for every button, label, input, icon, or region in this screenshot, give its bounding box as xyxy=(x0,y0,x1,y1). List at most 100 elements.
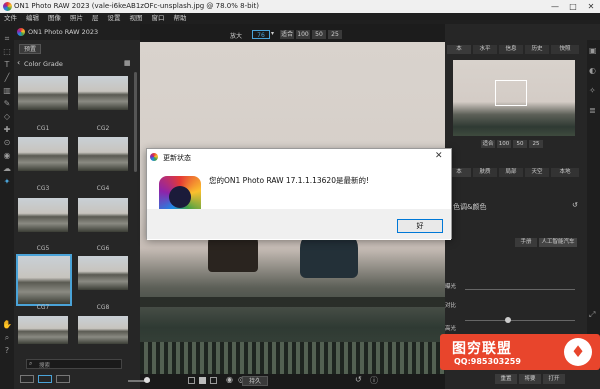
preset-thumb-cg2[interactable] xyxy=(78,76,128,110)
slider-exposure[interactable] xyxy=(465,289,575,290)
retouch-icon[interactable]: ✚ xyxy=(0,123,14,136)
preset-thumb-cg3[interactable] xyxy=(18,137,68,171)
minimize-button[interactable]: — xyxy=(546,0,564,13)
menu-image[interactable]: 图像 xyxy=(48,14,61,22)
maximize-button[interactable]: □ xyxy=(564,0,582,13)
ok-button[interactable]: 好 xyxy=(397,219,443,233)
sky-icon[interactable]: ☁ xyxy=(0,162,14,175)
grid-view-toggle-icon[interactable] xyxy=(38,375,52,383)
preset-thumb-cg4[interactable] xyxy=(78,137,128,171)
module-layers-icon[interactable]: ≣ xyxy=(589,106,596,115)
module-browse-icon[interactable]: ▣ xyxy=(589,46,597,55)
export-button[interactable]: 持久 xyxy=(242,376,268,386)
on1-logo-inner xyxy=(169,186,191,208)
navigator-thumbnail[interactable] xyxy=(453,60,575,136)
edit-tab-skin[interactable]: 肤质 xyxy=(473,168,497,177)
help-icon[interactable]: ? xyxy=(0,344,14,357)
mode-ai-button[interactable]: 人工智能汽车 xyxy=(539,238,577,247)
preset-label-cg8: CG8 xyxy=(96,304,110,311)
nav-25-button[interactable]: 25 xyxy=(529,140,543,148)
menu-settings[interactable]: 设置 xyxy=(108,14,121,22)
presets-tab[interactable]: 预置 xyxy=(19,44,41,54)
search-input[interactable]: 搜索 xyxy=(39,361,50,369)
info-icon[interactable]: ⓘ xyxy=(370,375,378,386)
zoom-dropdown-icon[interactable]: ▾ xyxy=(271,30,274,37)
compare-square-icon[interactable] xyxy=(188,377,195,384)
watermark-qq: QQ:985303259 xyxy=(454,357,521,366)
reset-section-icon[interactable]: ↺ xyxy=(572,201,578,209)
preset-thumb-cg10[interactable] xyxy=(78,316,128,344)
zoom-100-button[interactable]: 100 xyxy=(296,30,310,39)
preset-thumb-cg1[interactable] xyxy=(18,76,68,110)
tab-level[interactable]: 水平 xyxy=(473,45,497,54)
nav-100-button[interactable]: 100 xyxy=(497,140,511,148)
mask-brush-icon[interactable]: ✎ xyxy=(0,97,14,110)
grid-view-icon[interactable]: ▦ xyxy=(124,59,131,67)
menu-window[interactable]: 窗口 xyxy=(152,14,165,22)
crop-icon[interactable]: ⌗ xyxy=(0,32,14,45)
module-strip: ▣ ◐ ✧ ≣ ⤢ xyxy=(587,40,600,370)
preset-thumb-cg6[interactable] xyxy=(78,198,128,232)
preset-search-box[interactable]: ⌕ 搜索 xyxy=(26,359,122,369)
eye-icon[interactable]: ◉ xyxy=(226,375,233,384)
zoom-value-field[interactable]: 76 xyxy=(252,30,270,39)
before-after-icon[interactable] xyxy=(199,377,206,384)
gradient-icon[interactable]: ▥ xyxy=(0,84,14,97)
split-view-icon[interactable] xyxy=(56,375,70,383)
navigator-viewport[interactable] xyxy=(495,80,527,106)
module-effects-icon[interactable]: ✧ xyxy=(589,86,596,95)
preset-label-cg4: CG4 xyxy=(96,185,110,192)
rotate-icon[interactable]: ↺ xyxy=(355,375,362,384)
dialog-close-button[interactable]: ✕ xyxy=(435,151,443,161)
text-icon[interactable]: T xyxy=(0,58,14,71)
menu-layer[interactable]: 层 xyxy=(92,14,99,22)
eraser-icon[interactable]: ◇ xyxy=(0,110,14,123)
tab-nav[interactable]: 本 xyxy=(447,45,471,54)
zoom-25-button[interactable]: 25 xyxy=(328,30,342,39)
back-chevron-icon[interactable]: ‹ xyxy=(17,58,20,67)
hand-icon[interactable]: ✋ xyxy=(0,318,14,331)
zoom-50-button[interactable]: 50 xyxy=(312,30,326,39)
clone-icon[interactable]: ⊙ xyxy=(0,136,14,149)
module-develop-icon[interactable]: ◐ xyxy=(589,66,596,75)
module-resize-icon[interactable]: ⤢ xyxy=(589,310,595,320)
preset-thumb-cg5[interactable] xyxy=(18,198,68,232)
mode-manual-button[interactable]: 手册 xyxy=(515,238,537,247)
edit-tab-local2[interactable]: 本地 xyxy=(551,168,579,177)
nav-fit-button[interactable]: 适合 xyxy=(481,140,495,148)
menu-photo[interactable]: 照片 xyxy=(70,14,83,22)
preset-thumb-cg8[interactable] xyxy=(78,256,128,290)
slider-label-exposure: 曝光 xyxy=(445,284,457,290)
nav-50-button[interactable]: 50 xyxy=(513,140,527,148)
reset-button[interactable]: 重置 xyxy=(495,374,517,384)
open-button[interactable]: 打开 xyxy=(543,374,565,384)
menu-help[interactable]: 帮助 xyxy=(174,14,187,22)
edit-tab-local[interactable]: 局部 xyxy=(499,168,523,177)
tab-snapshots[interactable]: 快照 xyxy=(551,45,579,54)
split-compare-icon[interactable] xyxy=(210,377,217,384)
close-window-button[interactable]: ✕ xyxy=(582,0,600,13)
list-view-icon[interactable] xyxy=(20,375,34,383)
slider-contrast[interactable] xyxy=(465,320,575,321)
preset-label-cg7: CG7 xyxy=(36,304,50,311)
preset-thumb-cg9[interactable] xyxy=(18,316,68,344)
presets-scrollbar[interactable] xyxy=(134,72,137,172)
tab-info[interactable]: 信息 xyxy=(499,45,523,54)
zoom-slider-knob[interactable] xyxy=(144,377,150,383)
zoom-icon[interactable]: ⌕ xyxy=(0,331,14,344)
menu-file[interactable]: 文件 xyxy=(4,14,17,22)
brush-icon[interactable]: ╱ xyxy=(0,71,14,84)
menu-edit[interactable]: 编辑 xyxy=(26,14,39,22)
edit-tabs: 本 肤质 局部 天空 本地 xyxy=(447,168,581,178)
zoom-fit-button[interactable]: 适合 xyxy=(280,30,294,39)
transform-icon[interactable]: ⬚ xyxy=(0,45,14,58)
preset-thumb-cg7[interactable] xyxy=(16,254,72,306)
update-dialog: 更新状态 ✕ 您的ON1 Photo RAW 17.1.1.13620是最新的!… xyxy=(146,148,452,240)
save-preset-button[interactable]: 将要 xyxy=(519,374,541,384)
tab-history[interactable]: 历史 xyxy=(525,45,549,54)
menu-view[interactable]: 视图 xyxy=(130,14,143,22)
effects-icon[interactable]: ✦ xyxy=(0,175,14,188)
slider-contrast-knob[interactable] xyxy=(505,317,511,323)
redeye-icon[interactable]: ◉ xyxy=(0,149,14,162)
edit-tab-sky[interactable]: 天空 xyxy=(525,168,549,177)
